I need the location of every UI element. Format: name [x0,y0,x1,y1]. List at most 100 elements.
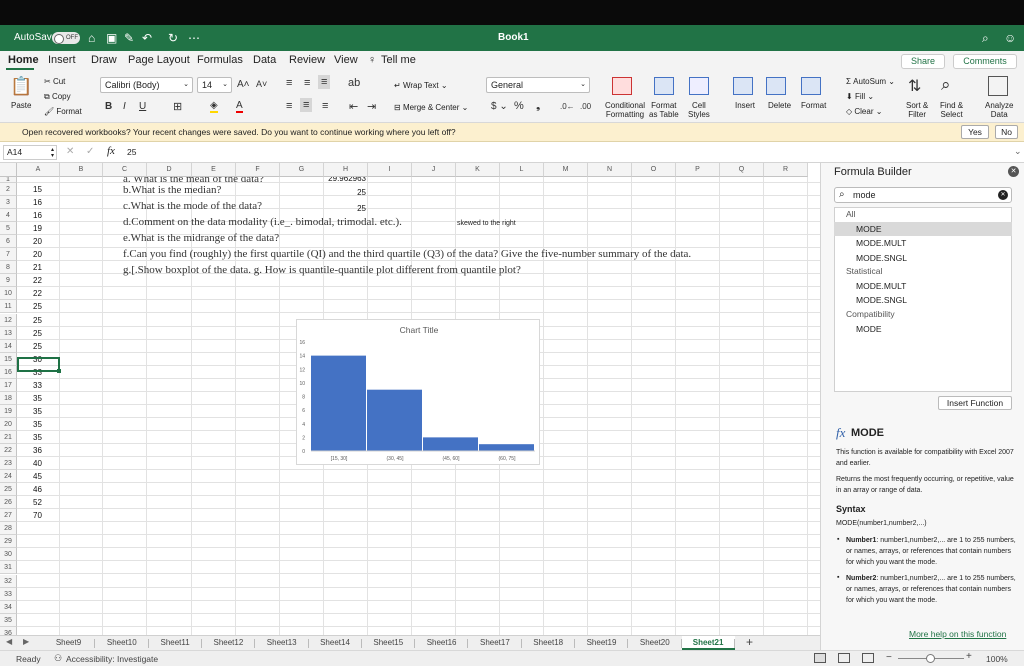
row-header-3[interactable]: 3 [0,196,17,210]
column-header-i[interactable]: I [368,163,412,177]
page-layout-view-icon[interactable] [838,653,850,663]
paste-icon[interactable]: 📋 [10,76,32,97]
sheet-tab-sheet12[interactable]: Sheet12 [202,636,255,650]
find-select-icon[interactable]: ⌕ [941,75,951,95]
paste-button[interactable]: Paste [11,101,31,110]
clear-search-icon[interactable]: ✕ [998,190,1008,200]
sheet-tab-sheet18[interactable]: Sheet18 [522,636,575,650]
cell-a5[interactable]: 19 [17,222,58,235]
column-header-n[interactable]: N [588,163,632,177]
row-header-27[interactable]: 27 [0,509,17,523]
insert-cells-icon[interactable] [733,77,753,95]
row-header-29[interactable]: 29 [0,535,17,549]
column-header-g[interactable]: G [280,163,324,177]
name-box[interactable]: A14 ▴ ▾ [3,145,57,160]
percent-icon[interactable]: % [514,100,524,112]
row-header-22[interactable]: 22 [0,444,17,457]
cell-a17[interactable]: 33 [17,379,58,392]
account-icon[interactable]: ☺ [1004,31,1016,45]
clear-button[interactable]: ◇ Clear ⌄ [846,107,882,116]
row-header-12[interactable]: 12 [0,313,17,327]
next-sheet-icon[interactable]: ▶ [23,637,29,646]
copy-button[interactable]: ⧉ Copy [44,92,71,101]
help-link[interactable]: More help on this function [909,629,1006,639]
tab-insert[interactable]: Insert [48,54,76,66]
column-header-b[interactable]: B [60,163,103,177]
comma-icon[interactable]: ❟ [536,100,540,113]
redo-icon[interactable]: ↻ [168,31,178,45]
insert-cells-button[interactable]: Insert [735,101,755,110]
column-header-a[interactable]: A [17,163,60,177]
format-cells-icon[interactable] [801,77,821,95]
selected-cell[interactable] [17,357,60,372]
comments-button[interactable]: Comments [953,54,1017,69]
function-item-mode-sngl[interactable]: MODE.SNGL [834,293,1012,307]
underline-icon[interactable]: U [139,101,146,112]
cell-a14[interactable]: 25 [17,340,58,353]
histogram-bar[interactable] [311,355,366,451]
column-header-e[interactable]: E [192,163,236,177]
tab-home[interactable]: Home [8,54,39,66]
histogram-bar[interactable] [367,389,422,451]
cell-a6[interactable]: 20 [17,235,58,248]
home-icon[interactable]: ⌂ [88,31,95,45]
sheet-tab-sheet14[interactable]: Sheet14 [309,636,362,650]
zoom-out-icon[interactable]: − [886,652,892,663]
cell-a21[interactable]: 35 [17,431,58,444]
share-button[interactable]: Share [901,54,945,69]
sheet-tab-sheet20[interactable]: Sheet20 [628,636,681,650]
cell-a19[interactable]: 35 [17,405,58,418]
sheet-tab-sheet21[interactable]: Sheet21 [681,636,735,650]
cell-a11[interactable]: 25 [17,300,58,313]
prev-sheet-icon[interactable]: ◀ [6,637,12,646]
cell-styles-icon[interactable] [689,77,709,95]
cell-a26[interactable]: 52 [17,496,58,509]
close-icon[interactable]: ✕ [1008,166,1019,177]
cell-a7[interactable]: 20 [17,248,58,261]
formula-input[interactable]: 25 [127,147,136,157]
align-left-icon[interactable]: ≡ [286,100,292,112]
increase-decimal-icon[interactable]: .0← [560,102,575,111]
histogram-bar[interactable] [479,444,534,451]
row-header-34[interactable]: 34 [0,600,17,614]
borders-icon[interactable]: ⊞ [173,100,182,113]
bold-icon[interactable]: B [105,101,112,112]
cell-a22[interactable]: 36 [17,444,58,457]
analyze-data-icon[interactable] [988,76,1008,96]
decrease-decimal-icon[interactable]: .00 [580,102,591,111]
column-header-q[interactable]: Q [720,163,764,177]
cell-a2[interactable]: 15 [17,183,58,196]
function-item-mode[interactable]: MODE [834,322,1012,336]
row-header-10[interactable]: 10 [0,287,17,301]
row-header-19[interactable]: 19 [0,404,17,418]
function-item-mode[interactable]: MODE [834,222,1012,236]
font-color-icon[interactable]: A [236,100,243,113]
italic-icon[interactable]: I [123,101,126,112]
cell-a20[interactable]: 35 [17,418,58,431]
row-header-18[interactable]: 18 [0,391,17,405]
align-center-icon[interactable]: ≡ [300,98,313,112]
row-header-32[interactable]: 32 [0,574,17,588]
column-header-c[interactable]: C [103,163,147,177]
autosum-button[interactable]: Σ AutoSum ⌄ [846,77,895,86]
cell-a3[interactable]: 16 [17,196,58,209]
format-painter-button[interactable]: 🖌 Format [44,107,82,116]
format-cells-button[interactable]: Format [801,101,826,110]
undo-icon[interactable]: ↶ [142,31,152,45]
fill-color-icon[interactable]: ◈ [210,100,218,113]
sheet-tab-sheet13[interactable]: Sheet13 [255,636,308,650]
column-header-k[interactable]: K [456,163,500,177]
font-size-select[interactable]: 14 ⌄ [197,77,232,93]
tell-me[interactable]: Tell me [381,54,416,66]
column-header-j[interactable]: J [412,163,456,177]
sort-filter-button[interactable]: Sort & Filter [906,101,928,119]
row-header-15[interactable]: 15 [0,352,17,366]
cell-a27[interactable]: 70 [17,509,58,522]
tab-formulas[interactable]: Formulas [197,54,243,66]
delete-cells-button[interactable]: Delete [768,101,791,110]
align-right-icon[interactable]: ≡ [322,100,328,112]
row-header-24[interactable]: 24 [0,470,17,484]
currency-icon[interactable]: $ ⌄ [491,101,508,112]
function-item-mode-sngl[interactable]: MODE.SNGL [834,251,1012,265]
cancel-icon[interactable]: ✕ [66,146,74,157]
